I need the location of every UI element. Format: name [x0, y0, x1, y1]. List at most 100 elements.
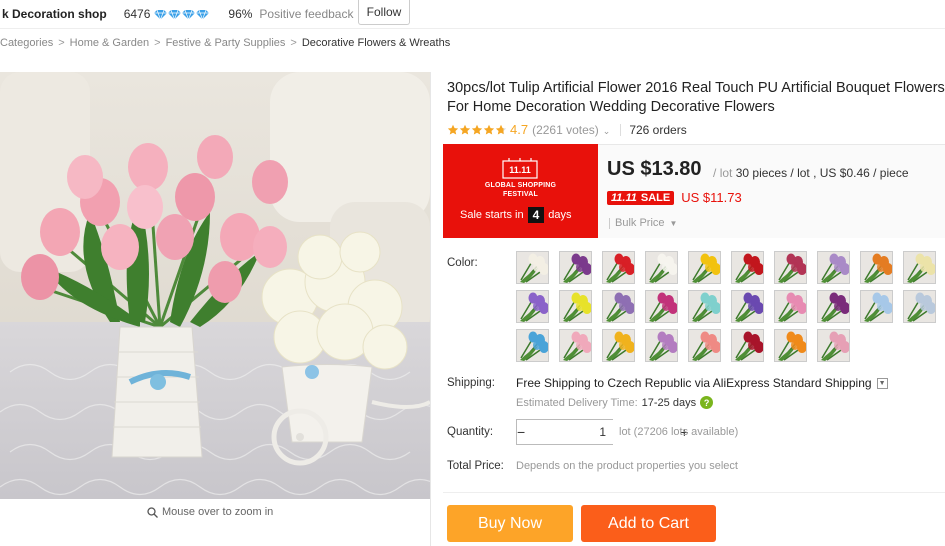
product-title: 30pcs/lot Tulip Artificial Flower 2016 R…: [447, 80, 945, 115]
swatch-light-pink-tulip[interactable]: [817, 329, 850, 362]
store-name-link[interactable]: k Decoration shop: [2, 7, 107, 21]
chevron-down-icon[interactable]: ▼: [876, 377, 888, 389]
breadcrumb-separator: >: [290, 37, 297, 49]
breadcrumb-festive-party[interactable]: Festive & Party Supplies: [166, 37, 286, 49]
swatch-lilac-tulip[interactable]: [645, 329, 678, 362]
rating-row: 4.7 (2261 votes) ⌄ 726 orders: [447, 122, 687, 137]
swatch-red-tulip[interactable]: [602, 251, 635, 284]
tulip-thumbnail-icon: [606, 292, 634, 322]
bulk-price-dropdown[interactable]: Bulk Price ▼: [609, 217, 677, 229]
breadcrumb-home-garden[interactable]: Home & Garden: [70, 37, 149, 49]
swatch-rose-tulip[interactable]: [774, 251, 807, 284]
tulip-thumbnail-icon: [778, 253, 806, 283]
tulip-thumbnail-icon: [606, 331, 634, 361]
tulip-thumbnail-icon: [692, 253, 720, 283]
price-unit-slash: /: [713, 166, 717, 180]
star-icon: [495, 124, 507, 134]
swatch-orange-tulip[interactable]: [860, 251, 893, 284]
tulip-thumbnail-icon: [563, 331, 591, 361]
tulip-thumbnail-icon: [563, 253, 591, 283]
star-icon: [483, 124, 495, 134]
swatch-plum-tulip[interactable]: [817, 290, 850, 323]
swatch-white-tulip[interactable]: [516, 251, 549, 284]
buy-now-button[interactable]: Buy Now: [447, 505, 573, 542]
tulip-thumbnail-icon: [520, 331, 548, 361]
votes-dropdown[interactable]: (2261 votes) ⌄: [532, 123, 610, 137]
swatch-white2-tulip[interactable]: [645, 251, 678, 284]
swatch-tangerine-tulip[interactable]: [774, 329, 807, 362]
diamond-icon: [154, 9, 168, 20]
tulip-thumbnail-icon: [563, 292, 591, 322]
divider: [430, 72, 431, 546]
swatch-blue-tulip[interactable]: [516, 329, 549, 362]
zoom-hint: Mouse over to zoom in: [147, 506, 273, 518]
star-icon: [471, 124, 483, 134]
tulip-thumbnail-icon: [821, 331, 849, 361]
swatch-mauve-tulip[interactable]: [602, 290, 635, 323]
tulip-thumbnail-icon: [735, 331, 763, 361]
swatch-lavender-tulip[interactable]: [817, 251, 850, 284]
breadcrumb-decorative-flowers[interactable]: Decorative Flowers & Wreaths: [302, 37, 450, 49]
product-photo-illustration: [0, 72, 430, 499]
sale-tag: 11.11 SALE: [607, 190, 675, 205]
tulip-thumbnail-icon: [649, 292, 677, 322]
shipping-selector[interactable]: Free Shipping to Czech Republic via AliE…: [516, 376, 888, 390]
swatch-magenta-tulip[interactable]: [645, 290, 678, 323]
sale-tag-label: SALE: [640, 191, 671, 204]
swatch-violet-tulip[interactable]: [516, 290, 549, 323]
swatch-lemon-tulip[interactable]: [559, 290, 592, 323]
swatch-pale-blue-tulip[interactable]: [903, 290, 936, 323]
breadcrumb: Categories > Home & Garden > Festive & Party…: [0, 37, 450, 49]
tulip-thumbnail-icon: [649, 253, 677, 283]
divider: [620, 123, 622, 136]
help-icon[interactable]: ?: [700, 396, 714, 409]
swatch-pink-tulip[interactable]: [774, 290, 807, 323]
swatch-purple-tulip[interactable]: [559, 251, 592, 284]
tulip-thumbnail-icon: [821, 253, 849, 283]
swatch-aqua-tulip[interactable]: [688, 290, 721, 323]
add-to-cart-button[interactable]: Add to Cart: [581, 505, 716, 542]
delivery-estimate: Estimated Delivery Time: 17-25 days ?: [516, 396, 714, 409]
bulk-price-label: Bulk Price: [615, 217, 665, 229]
swatch-gold-tulip[interactable]: [602, 329, 635, 362]
delivery-label: Estimated Delivery Time:: [516, 396, 638, 409]
tulip-thumbnail-icon: [907, 292, 935, 322]
quantity-decrease-button[interactable]: −: [517, 420, 525, 444]
lots-available: lot (27206 lots available): [619, 426, 739, 438]
swatch-deep-red-tulip[interactable]: [731, 251, 764, 284]
swatch-blush-tulip[interactable]: [559, 329, 592, 362]
tulip-thumbnail-icon: [864, 253, 892, 283]
price-unit-lot: lot: [719, 166, 733, 180]
tulip-thumbnail-icon: [692, 331, 720, 361]
caret-down-icon: ▼: [669, 218, 678, 228]
sale-banner-line2: FESTIVAL: [503, 191, 538, 198]
rating-value: 4.7: [510, 122, 529, 137]
star-icon: [459, 124, 471, 134]
follow-button[interactable]: Follow: [358, 0, 410, 25]
swatch-salmon-tulip[interactable]: [688, 329, 721, 362]
sale-banner[interactable]: 11.11 GLOBAL SHOPPING FESTIVAL Sale star…: [443, 144, 598, 238]
swatch-sky-tulip[interactable]: [860, 290, 893, 323]
store-rank-diamonds: [154, 9, 210, 20]
votes-count: (2261 votes): [532, 122, 599, 137]
quantity-stepper: − +: [516, 419, 688, 445]
swatch-crimson-tulip[interactable]: [731, 329, 764, 362]
diamond-icon: [196, 9, 210, 20]
tulip-thumbnail-icon: [735, 292, 763, 322]
swatch-cream-tulip[interactable]: [903, 251, 936, 284]
shipping-value: Free Shipping to Czech Republic via AliE…: [516, 376, 872, 390]
color-swatch-grid: [516, 251, 945, 362]
sale-countdown: Sale starts in 4 days: [460, 207, 572, 223]
price-per-piece: 30 pieces / lot , US $0.46 / piece: [735, 166, 909, 180]
tulip-thumbnail-icon: [907, 253, 935, 283]
sale-days-value: 4: [527, 207, 545, 223]
breadcrumb-categories[interactable]: Categories: [0, 37, 53, 49]
feedback-dropdown[interactable]: Positive feedback⌄: [259, 7, 365, 21]
swatch-yellow-tulip[interactable]: [688, 251, 721, 284]
tulip-thumbnail-icon: [778, 292, 806, 322]
chevron-down-icon: ⌄: [602, 125, 611, 136]
divider: [609, 217, 610, 229]
product-image[interactable]: [0, 72, 430, 499]
shopping-festival-logo-icon: 11.11: [502, 158, 538, 179]
swatch-indigo-tulip[interactable]: [731, 290, 764, 323]
